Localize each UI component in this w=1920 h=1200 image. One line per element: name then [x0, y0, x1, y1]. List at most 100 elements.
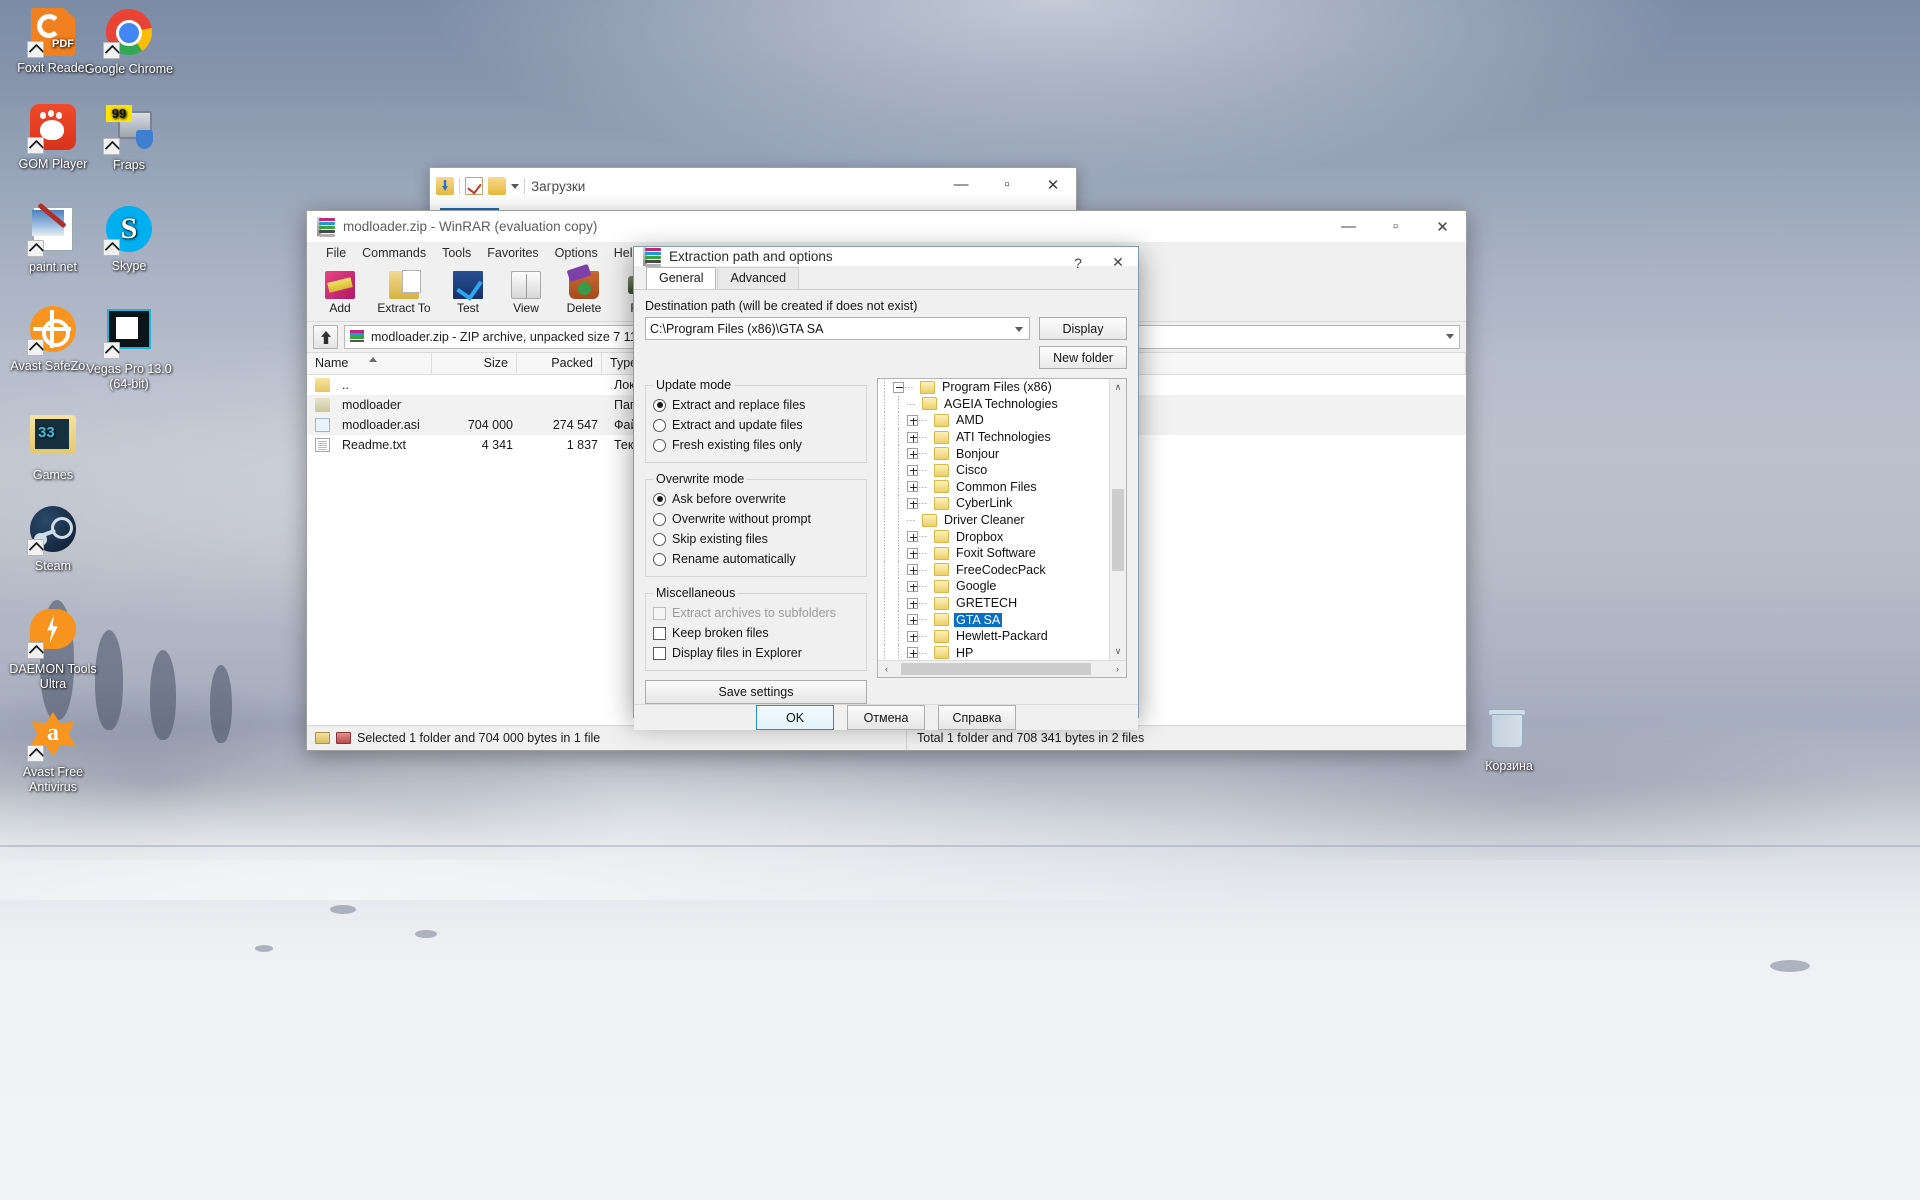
scroll-left-icon[interactable]: ‹	[878, 664, 895, 674]
winrar-titlebar[interactable]: modloader.zip - WinRAR (evaluation copy)…	[307, 211, 1466, 242]
radio-indicator-icon[interactable]	[653, 438, 666, 452]
destination-path-input[interactable]: C:\Program Files (x86)\GTA SA	[645, 317, 1030, 340]
radio-indicator-icon[interactable]	[653, 398, 666, 412]
tree-item[interactable]: ATI Technologies	[878, 428, 1109, 446]
new-folder-button[interactable]: New folder	[1039, 346, 1127, 369]
checkbox-display-files-in-explorer[interactable]: Display files in Explorer	[653, 643, 859, 663]
checkbox-keep-broken-files[interactable]: Keep broken files	[653, 623, 859, 643]
winrar-window-controls[interactable]: — ▫ ✕	[1325, 211, 1466, 242]
radio-skip-existing-files[interactable]: Skip existing files	[653, 529, 859, 549]
desktop-icon-recycle-bin[interactable]: Корзина	[1462, 705, 1556, 774]
extraction-dialog[interactable]: Extraction path and options ? ✕ General …	[633, 246, 1139, 730]
collapse-icon[interactable]	[893, 381, 904, 393]
properties-icon[interactable]	[465, 177, 483, 195]
tree-item[interactable]: Common Files	[878, 478, 1109, 496]
close-icon[interactable]: ✕	[1419, 211, 1466, 242]
desktop-icon-daemon-tools[interactable]: DAEMON Tools Ultra	[6, 605, 100, 692]
expand-icon[interactable]	[907, 448, 918, 460]
display-button[interactable]: Display	[1039, 317, 1127, 340]
chevron-down-icon[interactable]	[1015, 327, 1023, 332]
expand-icon[interactable]	[907, 614, 918, 626]
tab-general[interactable]: General	[646, 267, 717, 290]
expand-icon[interactable]	[907, 630, 918, 642]
desktop-icon-skype[interactable]: S Skype	[82, 205, 176, 274]
desktop-icon-fraps[interactable]: 99 Fraps	[82, 103, 176, 173]
radio-indicator-icon[interactable]	[653, 552, 666, 566]
tree-item[interactable]: GRETECH	[878, 594, 1109, 612]
tree-item[interactable]: Bonjour	[878, 445, 1109, 462]
desktop-icon-vegas-pro[interactable]: Vegas Pro 13.0 (64-bit)	[82, 305, 176, 392]
menu-favorites[interactable]: Favorites	[480, 244, 545, 262]
radio-overwrite-without-prompt[interactable]: Overwrite without prompt	[653, 509, 859, 529]
scroll-thumb[interactable]	[1112, 489, 1124, 571]
tree-item[interactable]: FreeCodecPack	[878, 561, 1109, 579]
radio-ask-before-overwrite[interactable]: Ask before overwrite	[653, 489, 859, 509]
tab-advanced[interactable]: Advanced	[717, 267, 800, 289]
radio-extract-and-replace[interactable]: Extract and replace files	[653, 395, 859, 415]
folder-tree-viewport[interactable]: Program Files (x86) AGEIA Technologies AMD…	[878, 379, 1109, 660]
tree-item[interactable]: GTA SA	[878, 611, 1109, 628]
close-icon[interactable]: ✕	[1098, 247, 1138, 278]
toolbar-add-button[interactable]: Add	[311, 266, 369, 320]
desktop-icon-steam[interactable]: Steam	[6, 505, 100, 574]
cancel-button[interactable]: Отмена	[847, 705, 925, 730]
tree-item[interactable]: CyberLink	[878, 495, 1109, 512]
tree-item[interactable]: AMD	[878, 412, 1109, 429]
chevron-down-icon[interactable]	[511, 183, 519, 189]
expand-icon[interactable]	[907, 564, 918, 576]
toolbar-view-button[interactable]: View	[497, 266, 555, 320]
folder-tree[interactable]: Program Files (x86) AGEIA Technologies AMD…	[877, 378, 1127, 678]
desktop-icon-google-chrome[interactable]: Google Chrome	[82, 8, 176, 77]
tree-vertical-scrollbar[interactable]: ∧ ∨	[1109, 379, 1126, 660]
scroll-thumb[interactable]	[901, 663, 1091, 675]
menu-tools[interactable]: Tools	[435, 244, 478, 262]
toolbar-test-button[interactable]: Test	[439, 266, 497, 320]
expand-icon[interactable]	[907, 497, 918, 509]
expand-icon[interactable]	[907, 531, 918, 543]
maximize-icon[interactable]: ▫	[1372, 211, 1419, 242]
tree-item[interactable]: HP	[878, 644, 1109, 660]
save-folder-icon[interactable]	[436, 177, 454, 195]
save-settings-button[interactable]: Save settings	[645, 680, 867, 704]
close-icon[interactable]: ✕	[1030, 168, 1076, 201]
new-folder-icon[interactable]	[488, 177, 506, 195]
go-up-button[interactable]	[313, 325, 338, 349]
tree-item[interactable]: Google	[878, 578, 1109, 595]
tree-item[interactable]: Foxit Software	[878, 544, 1109, 562]
explorer-titlebar[interactable]: Загрузки — ▫ ✕	[430, 168, 1076, 204]
menu-options[interactable]: Options	[548, 244, 605, 262]
maximize-icon[interactable]: ▫	[984, 168, 1030, 201]
expand-icon[interactable]	[907, 431, 918, 443]
column-header-size[interactable]: Size	[432, 353, 517, 374]
radio-indicator-icon[interactable]	[653, 418, 666, 432]
radio-rename-automatically[interactable]: Rename automatically	[653, 549, 859, 569]
radio-indicator-icon[interactable]	[653, 492, 666, 506]
scroll-up-icon[interactable]: ∧	[1110, 379, 1126, 396]
tree-item[interactable]: AGEIA Technologies	[878, 395, 1109, 413]
tree-item[interactable]: Cisco	[878, 461, 1109, 479]
expand-icon[interactable]	[907, 647, 918, 659]
expand-icon[interactable]	[907, 547, 918, 559]
minimize-icon[interactable]: —	[938, 168, 984, 201]
dialog-titlebar[interactable]: Extraction path and options ? ✕	[634, 247, 1138, 271]
toolbar-extract-to-button[interactable]: Extract To	[369, 266, 439, 320]
tree-item[interactable]: Driver Cleaner	[878, 511, 1109, 529]
menu-file[interactable]: File	[319, 244, 353, 262]
tree-horizontal-scrollbar[interactable]: ‹ ›	[878, 660, 1126, 677]
minimize-icon[interactable]: —	[1325, 211, 1372, 242]
quick-access-toolbar[interactable]	[436, 177, 525, 195]
checkbox-indicator-icon[interactable]	[653, 646, 666, 660]
chevron-down-icon[interactable]	[1446, 334, 1454, 339]
radio-indicator-icon[interactable]	[653, 532, 666, 546]
radio-indicator-icon[interactable]	[653, 512, 666, 526]
toolbar-delete-button[interactable]: Delete	[555, 266, 613, 320]
expand-icon[interactable]	[907, 481, 918, 493]
checkbox-indicator-icon[interactable]	[653, 626, 666, 640]
scroll-down-icon[interactable]: ∨	[1110, 643, 1126, 660]
expand-icon[interactable]	[907, 414, 918, 426]
help-button[interactable]: Справка	[938, 705, 1016, 730]
dialog-window-controls[interactable]: ? ✕	[1058, 247, 1138, 278]
tree-item[interactable]: Program Files (x86)	[878, 379, 1109, 396]
scroll-right-icon[interactable]: ›	[1109, 664, 1126, 674]
radio-fresh-existing-only[interactable]: Fresh existing files only	[653, 435, 859, 455]
